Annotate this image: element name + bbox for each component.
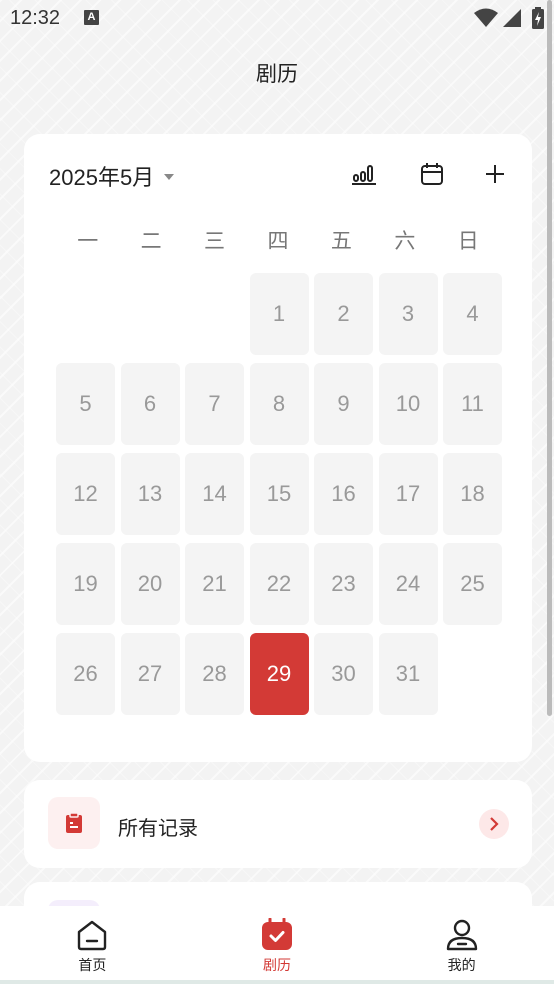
day-cell[interactable]: 11 xyxy=(443,363,502,445)
weekday-sun: 日 xyxy=(457,229,479,253)
day-cell[interactable]: 27 xyxy=(120,633,180,715)
day-cell[interactable]: 21 xyxy=(185,543,244,625)
day-cell[interactable]: 7 xyxy=(185,363,244,445)
day-cell[interactable]: 6 xyxy=(120,363,180,445)
day-cell[interactable]: 15 xyxy=(249,453,309,535)
nav-profile-label: 我的 xyxy=(447,958,476,974)
day-cell[interactable]: 1 xyxy=(249,273,309,355)
nav-calendar[interactable]: 剧历 xyxy=(185,906,370,984)
day-cell[interactable]: 3 xyxy=(378,273,438,355)
records-icon-box xyxy=(48,797,100,849)
day-cell[interactable]: 10 xyxy=(378,363,438,445)
chevron-right-icon xyxy=(490,817,499,831)
day-cell[interactable]: 23 xyxy=(314,543,373,625)
day-cell[interactable]: 22 xyxy=(249,543,309,625)
a-icon: A xyxy=(84,10,99,25)
status-bar: 12:32 A xyxy=(0,0,554,38)
add-button[interactable] xyxy=(481,160,509,188)
day-cell[interactable]: 30 xyxy=(314,633,373,715)
day-cell[interactable]: 5 xyxy=(56,363,115,445)
calendar-check-icon xyxy=(260,918,294,952)
battery-icon xyxy=(532,7,544,29)
day-cell[interactable]: 26 xyxy=(56,633,115,715)
calendar-button[interactable] xyxy=(418,160,446,188)
home-indicator xyxy=(0,980,554,984)
nav-calendar-label: 剧历 xyxy=(263,958,291,974)
nav-home-label: 首页 xyxy=(78,958,107,974)
weekday-tue: 二 xyxy=(140,229,162,253)
weekday-thu: 四 xyxy=(267,229,289,253)
plus-icon xyxy=(486,165,504,183)
profile-icon xyxy=(445,918,479,952)
all-records-row[interactable]: 所有记录 xyxy=(24,780,532,868)
day-cell[interactable]: 17 xyxy=(378,453,438,535)
day-cell[interactable]: 18 xyxy=(443,453,502,535)
day-cell[interactable]: 31 xyxy=(378,633,438,715)
day-cell[interactable]: 4 xyxy=(443,273,502,355)
page-title: 剧历 xyxy=(256,62,298,86)
day-cell[interactable]: 20 xyxy=(120,543,180,625)
day-cell[interactable]: 12 xyxy=(56,453,115,535)
weekday-sat: 六 xyxy=(394,229,416,253)
calendar-card: 2025年5月 一 二 三 四 五 六 日 1 2 3 4 5 6 7 8 9 10 11 xyxy=(24,134,532,762)
home-icon xyxy=(75,918,109,952)
nav-profile[interactable]: 我的 xyxy=(369,906,554,984)
day-cell[interactable]: 24 xyxy=(378,543,438,625)
day-cell[interactable]: 2 xyxy=(314,273,373,355)
all-records-label: 所有记录 xyxy=(118,816,198,840)
signal-icon xyxy=(503,9,521,27)
stats-button[interactable] xyxy=(350,160,378,188)
calendar-icon xyxy=(421,163,443,185)
chevron-right-button[interactable] xyxy=(479,809,509,839)
day-cell[interactable]: 25 xyxy=(443,543,502,625)
caret-down-icon xyxy=(164,174,175,180)
stats-icon xyxy=(352,165,376,185)
scrollbar[interactable] xyxy=(547,0,552,716)
day-cell[interactable]: 16 xyxy=(314,453,373,535)
nav-home[interactable]: 首页 xyxy=(0,906,185,984)
month-label: 2025年5月 xyxy=(49,165,155,190)
month-selector[interactable]: 2025年5月 xyxy=(49,160,175,192)
day-cell[interactable]: 13 xyxy=(120,453,180,535)
day-cell[interactable]: 9 xyxy=(314,363,373,445)
weekday-mon: 一 xyxy=(77,229,99,253)
bottom-nav: 首页 剧历 我的 xyxy=(0,906,554,984)
weekday-fri: 五 xyxy=(330,229,352,253)
wifi-icon xyxy=(474,8,498,27)
day-cell[interactable]: 28 xyxy=(185,633,244,715)
weekday-row: 一 二 三 四 五 六 日 xyxy=(56,225,500,255)
weekday-wed: 三 xyxy=(204,229,226,253)
status-time: 12:32 xyxy=(10,7,61,29)
clipboard-icon xyxy=(66,812,82,833)
day-cell-selected[interactable]: 29 xyxy=(249,633,309,715)
day-cell[interactable]: 14 xyxy=(185,453,244,535)
day-cell[interactable]: 19 xyxy=(56,543,115,625)
day-cell[interactable]: 8 xyxy=(249,363,309,445)
